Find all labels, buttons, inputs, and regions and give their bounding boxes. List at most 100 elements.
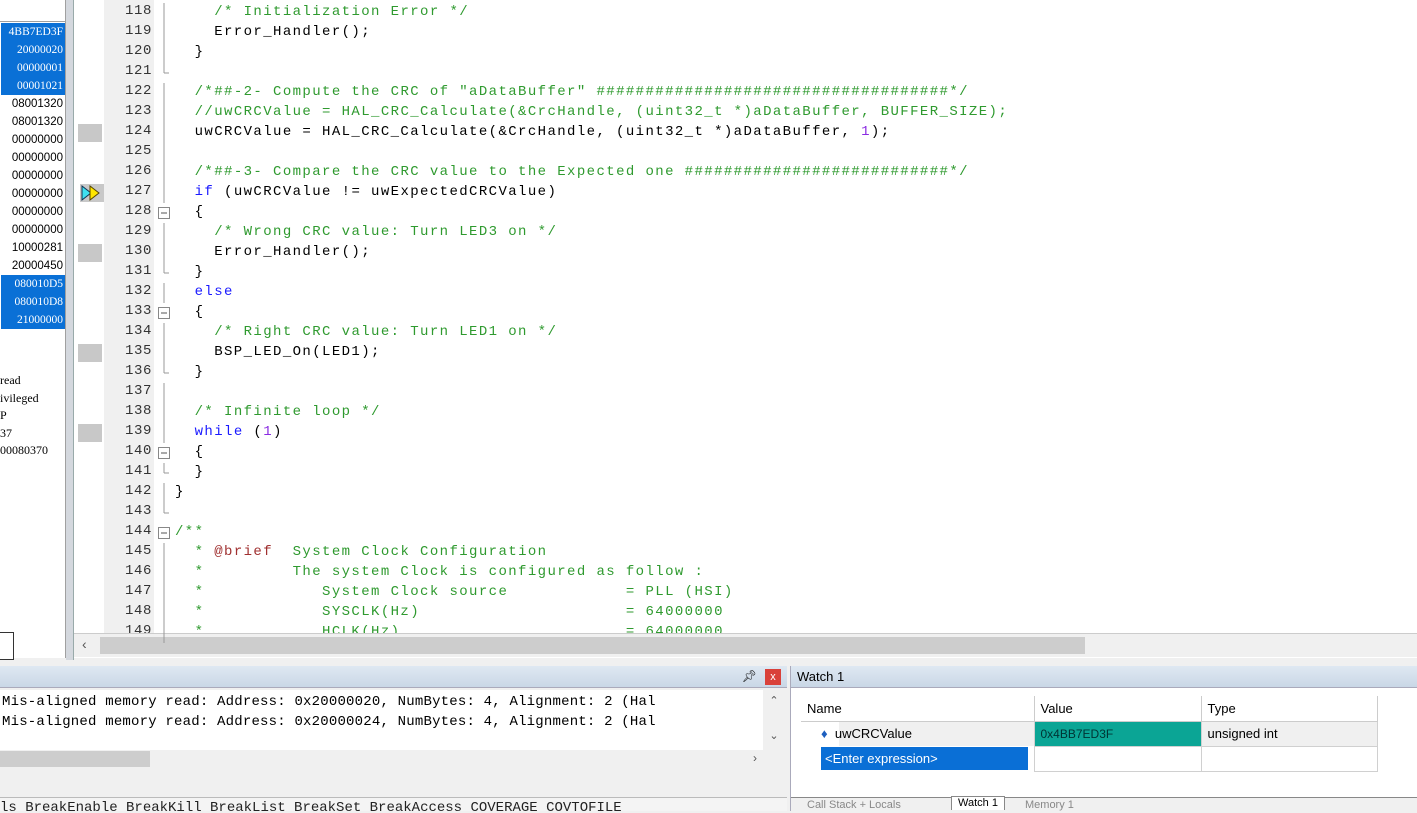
line-number: 145	[124, 543, 152, 559]
code-line[interactable]: * @brief System Clock Configuration	[175, 544, 547, 560]
code-line[interactable]: BSP_LED_On(LED1);	[175, 344, 381, 360]
pin-icon[interactable]: 📌︎	[742, 669, 757, 683]
code-line[interactable]: //uwCRCValue = HAL_CRC_Calculate(&CrcHan…	[175, 104, 1008, 120]
code-line[interactable]: }	[175, 464, 204, 480]
code-line[interactable]: /* Wrong CRC value: Turn LED3 on */	[175, 224, 557, 240]
register-value[interactable]: 20000020	[1, 41, 65, 59]
scrollbar-thumb[interactable]	[0, 751, 150, 767]
code-line[interactable]: Error_Handler();	[175, 244, 371, 260]
register-value[interactable]: 00000000	[1, 221, 65, 239]
tab-watch-1[interactable]: Watch 1	[951, 796, 1005, 810]
fold-collapse-icon[interactable]	[158, 523, 170, 543]
fold-collapse-icon[interactable]	[158, 303, 170, 323]
code-line[interactable]: /*##-2- Compute the CRC of "aDataBuffer"…	[175, 84, 969, 100]
code-line[interactable]: }	[175, 44, 204, 60]
code-editor[interactable]: 118 119 120 121 122 123 124 125 126 127 128 129 130 1…	[74, 0, 1417, 658]
register-value[interactable]: 00000000	[1, 149, 65, 167]
column-header-type[interactable]: Type	[1201, 696, 1378, 722]
fold-collapse-icon[interactable]	[158, 203, 170, 223]
code-line[interactable]: /**	[175, 524, 204, 540]
code-line[interactable]: while (1)	[175, 424, 283, 440]
register-value[interactable]: 00000000	[1, 185, 65, 203]
register-value[interactable]: 10000281	[1, 239, 65, 257]
code-line[interactable]: /*##-3- Compare the CRC value to the Exp…	[175, 164, 969, 180]
editor-horizontal-scrollbar[interactable]: ‹	[74, 633, 1417, 657]
register-value[interactable]: 00001021	[1, 77, 65, 95]
register-value[interactable]: 08001320	[1, 113, 65, 131]
line-number: 122	[124, 83, 152, 99]
line-number: 124	[124, 123, 152, 139]
code-line[interactable]: /* Infinite loop */	[175, 404, 381, 420]
code-line[interactable]: }	[175, 264, 204, 280]
fold-line	[158, 503, 170, 523]
code-line[interactable]: * The system Clock is configured as foll…	[175, 564, 704, 580]
code-line[interactable]: else	[175, 284, 234, 300]
column-header-name[interactable]: Name	[801, 696, 1035, 722]
line-number: 141	[124, 463, 152, 479]
code-line[interactable]: * System Clock source = PLL (HSI)	[175, 584, 734, 600]
line-number: 138	[124, 403, 152, 419]
fold-collapse-icon[interactable]	[158, 443, 170, 463]
column-header-value[interactable]: Value	[1034, 696, 1202, 722]
code-token: (uwCRCValue != uwExpectedCRCValue)	[214, 184, 558, 200]
output-vertical-scrollbar[interactable]: ⌃ ⌄	[763, 690, 785, 750]
breakpoint-marker[interactable]	[78, 424, 102, 442]
panel-splitter[interactable]	[66, 0, 74, 660]
code-line[interactable]: Error_Handler();	[175, 24, 371, 40]
code-line[interactable]: /* Initialization Error */	[175, 4, 469, 20]
code-token: /* Initialization Error */	[214, 4, 470, 20]
code-token: }	[175, 364, 205, 380]
watch-name: uwCRCValue	[834, 726, 912, 742]
breakpoint-gutter[interactable]	[74, 0, 104, 633]
register-value[interactable]: 00000000	[1, 167, 65, 185]
scroll-right-icon[interactable]: ›	[753, 751, 757, 765]
code-token: );	[870, 124, 891, 140]
register-value[interactable]: 4BB7ED3F	[1, 23, 65, 41]
scrollbar-thumb[interactable]	[100, 637, 1085, 654]
close-icon[interactable]: x	[765, 669, 781, 685]
code-line[interactable]: * SYSCLK(Hz) = 64000000	[175, 604, 724, 620]
code-line[interactable]: if (uwCRCValue != uwExpectedCRCValue)	[175, 184, 557, 200]
register-value[interactable]: 00000001	[1, 59, 65, 77]
breakpoint-marker[interactable]	[78, 124, 102, 142]
code-line[interactable]: }	[175, 484, 185, 500]
line-number: 144	[124, 523, 152, 539]
fold-line	[158, 343, 170, 363]
code-line[interactable]: {	[175, 204, 204, 220]
output-horizontal-scrollbar[interactable]: ›	[0, 750, 785, 768]
register-value[interactable]: 21000000	[1, 311, 65, 329]
code-token: /**	[175, 524, 205, 540]
register-value[interactable]: 08001320	[1, 95, 65, 113]
register-value[interactable]: 00000000	[1, 131, 65, 149]
breakpoint-marker[interactable]	[78, 344, 102, 362]
current-instruction-arrow-icon	[80, 184, 104, 202]
register-value[interactable]: 080010D8	[1, 293, 65, 311]
line-number: 139	[124, 423, 152, 439]
register-value[interactable]: 20000450	[1, 257, 65, 275]
line-number: 135	[124, 343, 152, 359]
register-info: P	[0, 408, 7, 422]
code-line[interactable]: {	[175, 304, 204, 320]
register-value[interactable]: 00000000	[1, 203, 65, 221]
watch-enter-row[interactable]: <Enter expression>	[801, 745, 1378, 772]
enter-expression-input[interactable]: <Enter expression>	[821, 747, 1028, 770]
register-value[interactable]: 080010D5	[1, 275, 65, 293]
command-line[interactable]: ls BreakEnable BreakKill BreakList Break…	[0, 797, 787, 811]
line-number: 133	[124, 303, 152, 319]
code-line[interactable]: }	[175, 364, 204, 380]
output-line: Mis-aligned memory read: Address: 0x2000…	[2, 714, 656, 730]
fold-line	[158, 583, 170, 603]
panel-tab-stub[interactable]	[0, 632, 14, 660]
code-line[interactable]: /* Right CRC value: Turn LED1 on */	[175, 324, 557, 340]
code-line[interactable]: {	[175, 444, 204, 460]
line-number: 131	[124, 263, 152, 279]
line-number: 147	[124, 583, 152, 599]
code-line[interactable]: uwCRCValue = HAL_CRC_Calculate(&CrcHandl…	[175, 124, 891, 140]
code-token: uwCRCValue = HAL_CRC_Calculate(&CrcHandl…	[175, 124, 862, 140]
scroll-left-icon[interactable]: ‹	[82, 636, 87, 652]
watch-value[interactable]: 0x4BB7ED3F	[1033, 720, 1202, 747]
watch-row[interactable]: ♦ uwCRCValue 0x4BB7ED3F unsigned int	[801, 720, 1378, 747]
breakpoint-marker[interactable]	[78, 244, 102, 262]
